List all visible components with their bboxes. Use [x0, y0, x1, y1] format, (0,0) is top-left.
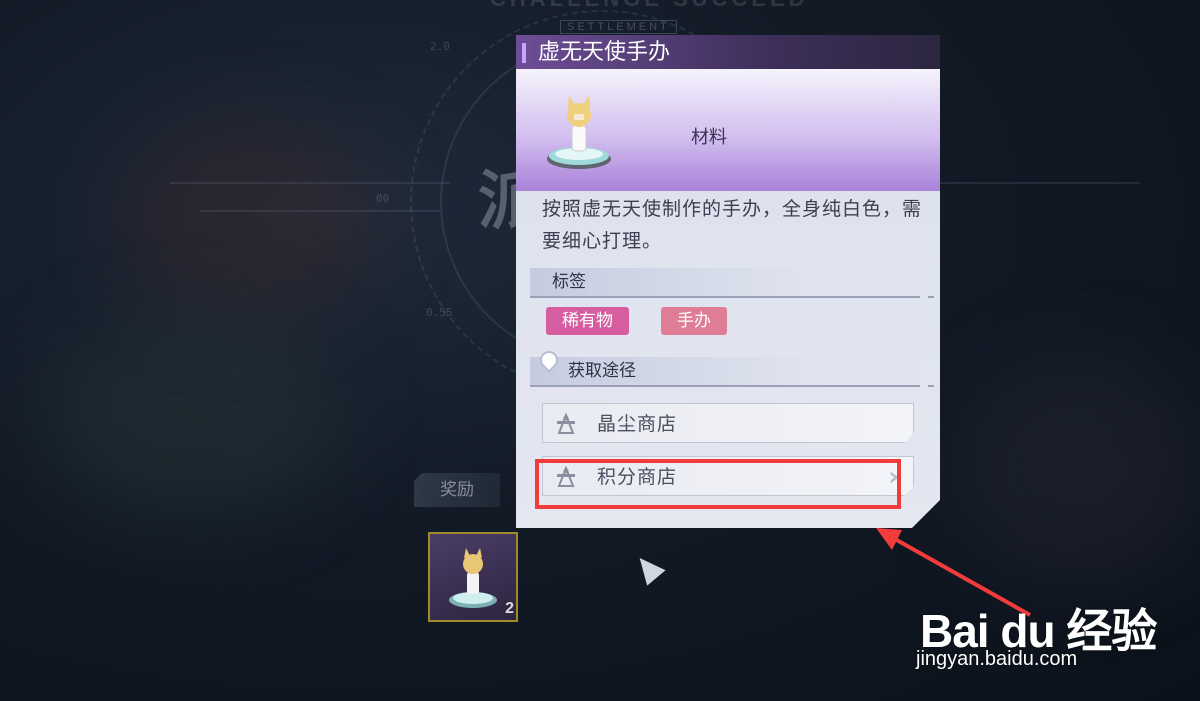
source-label: 晶尘商店	[597, 413, 678, 435]
item-category: 材料	[691, 127, 727, 148]
background-subheading: SETTLEMENT	[560, 20, 677, 34]
item-title: 虚无天使手办	[538, 40, 671, 65]
sources-section-label: 获取途径	[568, 361, 636, 381]
sources-section-header: 获取途径	[530, 357, 920, 387]
tag-rare-item: 稀有物	[546, 307, 629, 335]
header-accent-bar	[522, 43, 526, 63]
tags-section-label: 标签	[552, 272, 586, 292]
item-detail-panel: 虚无天使手办 材料 按照虚无天使制作的手办，全身纯白色，需要细心打理。 标签 稀…	[516, 35, 940, 528]
shop-tower-icon	[553, 413, 579, 435]
background-heading: CHALLENGE SUCCEED	[490, 0, 809, 12]
reward-count: 2	[505, 600, 514, 617]
hud-text: 2.0	[430, 40, 450, 53]
location-pin-icon	[536, 347, 561, 372]
background-blob	[40, 320, 340, 520]
section-dash	[928, 385, 934, 387]
reward-tab[interactable]: 奖励	[414, 473, 500, 507]
item-description: 按照虚无天使制作的手办，全身纯白色，需要细心打理。	[542, 198, 923, 252]
tag-figure: 手办	[661, 307, 727, 335]
tags-section-header: 标签	[530, 268, 920, 298]
hud-line	[940, 182, 1140, 184]
hud-text: 00	[376, 192, 390, 205]
source-crystal-dust-shop[interactable]: 晶尘商店	[542, 403, 914, 443]
highlight-box	[535, 459, 901, 509]
item-preview-area: 材料	[516, 69, 940, 191]
hud-text: 0.55	[426, 306, 453, 319]
reward-item-slot[interactable]: 2	[428, 532, 518, 622]
hud-line	[200, 210, 440, 212]
background-blob	[120, 120, 380, 320]
panel-header: 虚无天使手办	[516, 35, 940, 69]
hud-line	[170, 182, 450, 184]
figure-icon	[544, 87, 614, 177]
cursor-icon	[630, 550, 666, 586]
section-dash	[928, 296, 934, 298]
baidu-watermark-url: jingyan.baidu.com	[916, 648, 1078, 670]
figure-icon	[449, 548, 497, 608]
